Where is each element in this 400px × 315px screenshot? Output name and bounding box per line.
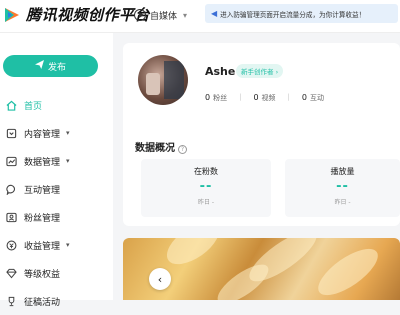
fans-icon <box>5 211 17 223</box>
profile-name: Ashe <box>205 65 236 78</box>
profile-card: Ashe 新手创作者 › 0 粉丝 | 0 视频 | 0 互动 <box>123 43 400 143</box>
sidebar-item-interaction[interactable]: 互动管理 <box>0 175 113 203</box>
sidebar-item-label: 等级权益 <box>24 269 61 280</box>
chevron-down-icon: ▾ <box>66 241 70 249</box>
carousel-prev-button[interactable]: ‹ <box>149 268 171 290</box>
metric-value: -- <box>336 179 349 194</box>
creator-level-badge[interactable]: 新手创作者 › <box>236 64 284 78</box>
chevron-left-icon: ‹ <box>157 272 163 286</box>
metric-delta: 昨日 - <box>334 199 351 206</box>
main-content: Ashe 新手创作者 › 0 粉丝 | 0 视频 | 0 互动 数据概况? 在粉数 -… <box>113 33 400 300</box>
banner-decoration <box>159 238 227 273</box>
metric-label: 在粉数 <box>194 167 218 176</box>
metric-followers[interactable]: 在粉数 -- 昨日 - <box>141 159 271 217</box>
post-button[interactable]: 发布 <box>3 55 98 77</box>
sidebar-item-home[interactable]: 首页 <box>0 91 113 119</box>
chart-icon <box>5 155 17 167</box>
chevron-down-icon: ▾ <box>66 129 70 137</box>
sidebar-item-content[interactable]: 内容管理 ▾ <box>0 119 113 147</box>
sidebar-item-label: 收益管理 <box>24 241 61 252</box>
sidebar-item-level[interactable]: 等级权益 <box>0 259 113 287</box>
promo-banner[interactable]: ‹ <box>123 238 400 300</box>
logo-text: 腾讯视频创作平台 <box>26 6 151 24</box>
sidebar-item-label: 互动管理 <box>24 185 61 196</box>
logo[interactable]: 腾讯视频创作平台 <box>2 4 150 25</box>
metric-delta: 昨日 - <box>197 199 215 206</box>
coin-icon <box>5 239 17 251</box>
mode-label: 自媒体 <box>150 11 178 22</box>
chat-icon <box>5 183 17 195</box>
stat-interactions[interactable]: 0 互动 <box>302 93 324 103</box>
sidebar-item-label: 征稿活动 <box>24 297 61 308</box>
data-overview-card: 数据概况? 在粉数 -- 昨日 - 播放量 -- 昨日 - <box>123 131 400 226</box>
divider: | <box>287 93 290 101</box>
speaker-icon: ◀ <box>211 9 218 18</box>
divider: | <box>239 93 242 101</box>
logo-icon <box>2 5 22 25</box>
sidebar-item-fans[interactable]: 粉丝管理 <box>0 203 113 231</box>
sidebar-item-data[interactable]: 数据管理 ▾ <box>0 147 113 175</box>
mode-selector[interactable]: 自媒体 ▾ <box>134 5 187 25</box>
profile-stats: 0 粉丝 | 0 视频 | 0 互动 <box>205 93 324 103</box>
sidebar-item-contest[interactable]: 征稿活动 <box>0 287 113 315</box>
home-icon <box>5 99 17 111</box>
diamond-icon <box>5 267 17 279</box>
post-button-label: 发布 <box>47 62 66 73</box>
notice-banner[interactable]: ◀ 进入防骗管理页面开启流量分成，为你计算收益！ <box>205 4 398 23</box>
content-icon <box>5 127 17 139</box>
banner-decoration <box>311 240 385 300</box>
chevron-down-icon: ▾ <box>66 157 70 165</box>
trophy-icon <box>5 295 17 307</box>
play-icon <box>134 9 146 21</box>
chevron-down-icon: ▾ <box>183 10 188 20</box>
sidebar: 发布 首页 内容管理 ▾ 数据管理 ▾ 互动管理 粉丝管理 收益管理 ▾ 等级权… <box>0 33 113 308</box>
metric-value: -- <box>199 179 213 194</box>
overview-title: 数据概况? <box>135 139 187 154</box>
sidebar-item-label: 数据管理 <box>24 157 61 168</box>
avatar[interactable] <box>138 55 188 105</box>
metric-label: 播放量 <box>330 167 355 176</box>
notice-text: 进入防骗管理页面开启流量分成，为你计算收益！ <box>220 10 366 19</box>
sidebar-nav: 首页 内容管理 ▾ 数据管理 ▾ 互动管理 粉丝管理 收益管理 ▾ 等级权益 征… <box>0 91 113 315</box>
sidebar-item-label: 粉丝管理 <box>24 213 61 224</box>
sidebar-item-label: 内容管理 <box>24 129 61 140</box>
help-icon[interactable]: ? <box>178 145 187 154</box>
stat-videos[interactable]: 0 视频 <box>253 93 275 103</box>
sidebar-item-label: 首页 <box>24 101 43 112</box>
top-bar: 腾讯视频创作平台 自媒体 ▾ ◀ 进入防骗管理页面开启流量分成，为你计算收益！ <box>0 0 400 33</box>
metric-plays[interactable]: 播放量 -- 昨日 - <box>285 159 400 217</box>
stat-fans[interactable]: 0 粉丝 <box>205 93 227 103</box>
sidebar-item-revenue[interactable]: 收益管理 ▾ <box>0 231 113 259</box>
send-icon <box>34 60 44 72</box>
